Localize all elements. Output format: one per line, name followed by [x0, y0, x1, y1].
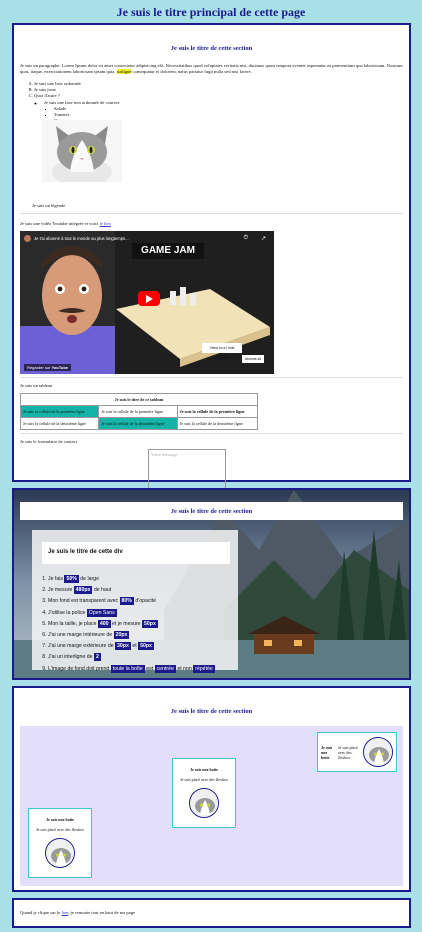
value-chip: 2	[94, 653, 101, 662]
list-item: L'image de fond doit prend toute la boît…	[48, 664, 215, 675]
table-cell: Je suis la cellule de la deuxième ligne	[98, 417, 178, 430]
table-cell: Je suis la cellule de la deuxième ligne	[19, 417, 100, 430]
table-intro: Je suis un tableau	[20, 383, 53, 388]
footer: Quand je clique sur le lien, je remonte …	[12, 898, 411, 928]
cat-avatar	[45, 838, 75, 868]
card-title: Je suis une boite	[46, 817, 74, 822]
value-chip: répétée	[193, 664, 215, 673]
message-textarea[interactable]: Votre message	[148, 449, 226, 493]
share-icon[interactable]: ↗	[261, 235, 266, 242]
table-cell: Je suis la cellule de la deuxième ligne	[176, 417, 259, 430]
list-item: Je mesure 480px de haut	[48, 585, 215, 596]
youtube-video[interactable]: Je t'ai abonné à tout le monde au plus l…	[20, 231, 274, 374]
divider	[20, 377, 403, 378]
list-item: Je fais 50% de large	[48, 574, 215, 585]
youtube-intro: Je suis une vidéo Youtube intégrée et vo…	[20, 221, 111, 226]
section-intro: Je suis le titre de cette section Je sui…	[12, 23, 411, 497]
lists: Je suis une liste ordonnée Je suis juste…	[24, 81, 119, 124]
value-chip: 80%	[119, 597, 134, 606]
value-chip: toute la boîte	[110, 664, 145, 673]
value-chip: centrée	[154, 664, 176, 673]
value-chip: 50px	[142, 619, 158, 628]
table-caption: Je suis le titre de ce tableau	[20, 393, 258, 405]
value-chip: Open Sans	[86, 608, 117, 617]
value-chip: 480px	[73, 586, 93, 595]
card-title: Je suis une boite	[321, 744, 333, 760]
table-cell: Je suis la cellule de la première ligne	[98, 405, 178, 418]
list-item: J'ai une marge intérieure de 20px	[48, 630, 215, 641]
image-caption: Je suis un légende	[32, 203, 66, 208]
play-button[interactable]	[138, 291, 160, 306]
page-title: Je suis le titre principal de cette page	[116, 5, 306, 19]
flex-card: Je suis une boite Je suis placé avec des…	[317, 732, 397, 772]
value-chip: 400	[97, 619, 111, 628]
section-title: Je suis le titre de cette section	[170, 45, 253, 52]
flex-card: Je suis une boite Je suis placé avec des…	[172, 758, 236, 828]
table-cell: Je suis la cellule de la première ligne	[19, 405, 100, 418]
list-item: J'ai un interligne de 2	[48, 652, 215, 663]
section-title: Je suis le titre de cette section	[170, 507, 253, 515]
cat-avatar	[363, 737, 393, 767]
section-title: Je suis le titre de cette section	[170, 708, 253, 715]
card-title: Je suis une boite	[190, 767, 218, 772]
watch-later-icon[interactable]: ⏱	[243, 235, 248, 242]
subscribe-card[interactable]: Abonne-toi	[242, 355, 264, 363]
data-table: Je suis le titre de ce tableau Je suis l…	[19, 393, 259, 430]
card-text: Je suis placé avec des flexbox	[180, 777, 228, 782]
table-cell: Je suis la cellule de la première ligne	[176, 405, 259, 418]
intro-paragraph: Je suis un paragraphe. Lorem Ipsum dolor…	[20, 63, 403, 75]
list-item: J'utilise la police Open Sans	[48, 608, 215, 619]
list-item: J'ai une marge extérieure de 30px et 50p…	[48, 641, 215, 652]
table-row: Je suis la cellule de la deuxième ligne …	[19, 417, 259, 430]
cat-image	[42, 120, 122, 182]
value-chip: 30px	[115, 642, 131, 651]
ordered-list: Je suis une liste ordonnée Je suis juste…	[24, 81, 119, 124]
divider	[20, 433, 403, 434]
translucent-div: Je suis le titre de cette div Je fais 50…	[32, 530, 238, 673]
styled-list: Je fais 50% de large Je mesure 480px de …	[42, 574, 215, 675]
flex-container: Je suis une boite Je suis placé avec des…	[20, 726, 403, 886]
card-text: Je suis placé avec des flexbox	[36, 827, 84, 832]
form-intro: Je suis le formulaire de contact	[20, 439, 78, 444]
play-icon	[146, 295, 153, 303]
card-text: Je suis placé avec des flexbox	[338, 744, 358, 760]
video-header: Je t'ai abonné à tout le monde au plus l…	[24, 235, 129, 242]
cat-avatar	[189, 788, 219, 818]
value-chip: 50%	[64, 575, 79, 583]
div-title: Je suis le titre de cette div	[42, 542, 230, 564]
section-flexbox: Je suis le titre de cette section Je sui…	[12, 686, 411, 892]
highlighted-text: surligné	[116, 69, 132, 75]
list-item: Mon la taille, je place 400 et je mesure…	[48, 619, 215, 630]
section-background: Je suis le titre de cette section Je sui…	[12, 488, 411, 680]
section-title-bar: Je suis le titre de cette section	[20, 502, 403, 520]
end-card[interactable]: Viens toi à l'Inde SPINOFF	[202, 343, 242, 360]
watch-on-youtube[interactable]: Regarder sur YouTube	[24, 364, 71, 371]
channel-avatar	[24, 235, 31, 242]
youtube-link[interactable]: le lien	[100, 221, 111, 226]
youtube-logo: YouTube	[51, 365, 68, 370]
game-jam-title: GAME JAM	[132, 243, 204, 259]
flex-card: Je suis une boite Je suis placé avec des…	[28, 808, 92, 878]
divider	[20, 213, 403, 214]
value-chip: 50px	[138, 642, 154, 651]
paragraph-text-end: consequatur et dolorem, natus pariatur f…	[132, 69, 252, 75]
list-item: Mon fond est transparent avec 80% d'opac…	[48, 596, 215, 607]
value-chip: 20px	[113, 631, 130, 640]
table-row: Je suis la cellule de la première ligne …	[19, 405, 259, 418]
